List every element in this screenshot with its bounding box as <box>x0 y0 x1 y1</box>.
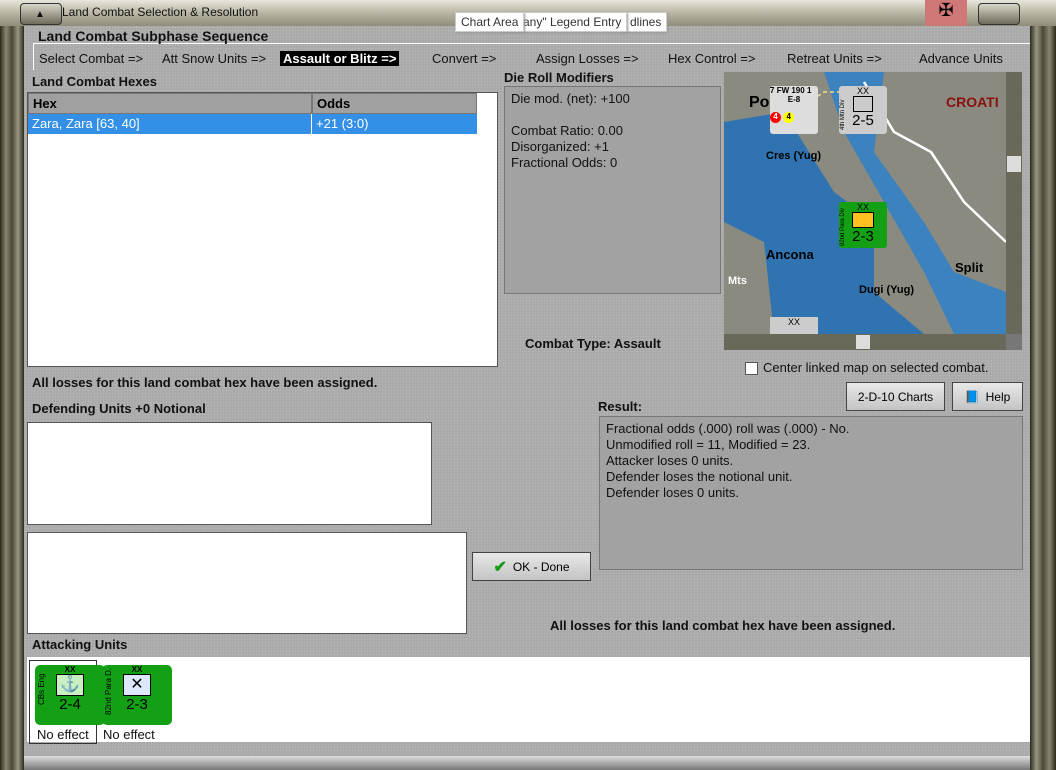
map-label-po: Po <box>749 94 770 111</box>
mod-line: Fractional Odds: 0 <box>511 155 618 170</box>
table-row[interactable]: Zara, Zara [63, 40] +21 (3:0) <box>28 114 477 134</box>
mod-line: Die mod. (net): +100 <box>511 91 630 106</box>
result-line: Defender loses 0 units. <box>606 485 739 500</box>
result-line: Defender loses the notional unit. <box>606 469 793 484</box>
mod-line: Disorganized: +1 <box>511 139 609 154</box>
collapse-button[interactable]: ▲ <box>20 3 62 25</box>
defending-title: Defending Units +0 Notional <box>32 401 206 416</box>
defending-units-list[interactable] <box>27 422 432 525</box>
attacking-title: Attacking Units <box>32 637 128 652</box>
triangle-up-icon: ▲ <box>35 9 45 20</box>
defending-detail-list[interactable] <box>27 532 467 634</box>
map-hscrollbar[interactable] <box>724 334 1006 350</box>
unit-symbol-icon <box>853 96 873 112</box>
step-hex-control: Hex Control => <box>668 51 756 66</box>
vscroll-thumb[interactable] <box>1007 156 1021 172</box>
cell-odds: +21 (3:0) <box>312 114 477 134</box>
engineer-anchor-icon: ⚓ <box>56 674 84 696</box>
center-map-label: Center linked map on selected combat. <box>763 360 989 375</box>
unit-name: 82nd Para D. <box>104 667 113 715</box>
size-xx: XX <box>856 202 869 212</box>
tooltip-chart-area: Chart Area <box>455 12 525 32</box>
map-label-dugi: Dugi (Yug) <box>859 284 914 296</box>
checkmark-icon: ✔ <box>493 558 507 576</box>
result-line: Unmodified roll = 11, Modified = 23. <box>606 437 811 452</box>
combat-fire-icon <box>852 212 874 228</box>
air-top: 7 <box>770 86 775 95</box>
map-vscrollbar[interactable] <box>1006 72 1022 334</box>
losses-message: All losses for this land combat hex have… <box>32 375 378 390</box>
linked-map[interactable]: Po CROATI Cres (Yug) Ancona Split Dugi (… <box>724 72 1022 350</box>
step-advance: Advance Units <box>919 51 1003 66</box>
right-frame <box>1030 26 1056 770</box>
map-unit-name: 82nd Para Div <box>840 207 846 246</box>
help-button[interactable]: 📘 Help <box>952 382 1023 411</box>
attacking-unit-counter[interactable]: CBs Eng XX ⚓ 2-4 <box>35 665 105 725</box>
parachute-infantry-icon: ✕ <box>123 674 151 696</box>
map-counter-fw190[interactable]: 7 FW 190 1 E-8 4 4 <box>770 86 818 134</box>
result-line: Attacker loses 0 units. <box>606 453 734 468</box>
modifiers-title: Die Roll Modifiers <box>504 70 614 85</box>
charts-label: 2-D-10 Charts <box>857 389 934 404</box>
help-label: Help <box>985 389 1011 404</box>
ok-label: OK - Done <box>512 559 570 574</box>
result-line: Fractional odds (.000) roll was (.000) -… <box>606 421 850 436</box>
cell-hex: Zara, Zara [63, 40] <box>28 114 312 134</box>
result-box: Fractional odds (.000) roll was (.000) -… <box>599 416 1023 570</box>
col-hex[interactable]: Hex <box>28 93 312 114</box>
step-convert: Convert => <box>432 51 497 66</box>
map-label-split: Split <box>955 260 984 275</box>
losses-message-2: All losses for this land combat hex have… <box>550 618 896 633</box>
map-label-croatia: CROATI <box>946 94 999 110</box>
step-select-combat: Select Combat => <box>39 51 144 66</box>
book-icon: 📘 <box>964 389 980 404</box>
air-right: 1 <box>806 86 812 95</box>
result-title: Result: <box>598 399 643 414</box>
attacking-units-list: CBs Eng XX ⚓ 2-4 No effect 82nd Para D. … <box>27 657 1030 744</box>
unit-status: No effect <box>37 727 89 742</box>
center-map-checkbox[interactable] <box>745 362 758 375</box>
air-red: 4 <box>770 112 781 123</box>
attacking-unit-counter[interactable]: 82nd Para D. XX ✕ 2-3 <box>102 665 172 725</box>
map-label-mts: Mts <box>728 275 747 287</box>
unit-name: CBs Eng <box>37 673 46 705</box>
air-yellow: 4 <box>783 112 795 123</box>
step-assault-blitz: Assault or Blitz => <box>280 51 400 66</box>
air-sub: E-8 <box>787 95 801 104</box>
modifiers-box: Die mod. (net): +100 Combat Ratio: 0.00 … <box>504 86 721 294</box>
unit-status: No effect <box>103 727 155 742</box>
mod-line <box>511 107 714 123</box>
ok-done-button[interactable]: ✔ OK - Done <box>472 552 591 581</box>
step-assign-losses: Assign Losses => <box>536 51 639 66</box>
step-retreat: Retreat Units => <box>787 51 882 66</box>
subphase-title: Land Combat Subphase Sequence <box>38 28 269 44</box>
counter-strength: 2-3 <box>852 228 874 245</box>
air-name: FW 190 <box>776 86 805 95</box>
hscroll-thumb[interactable] <box>856 335 870 349</box>
map-counter-mtn[interactable]: 4th Mtn Div XX 2-5 <box>839 86 887 134</box>
counter-strength: 2-5 <box>852 112 874 129</box>
step-att-snow: Att Snow Units => <box>162 51 267 66</box>
window-title: Land Combat Selection & Resolution <box>62 5 259 19</box>
map-label-cres: Cres (Yug) <box>766 150 822 162</box>
map-label-ancona: Ancona <box>766 247 814 262</box>
map-unit-name: 4th Mtn Div <box>840 99 846 130</box>
size-xx: XX <box>856 86 869 96</box>
charts-button[interactable]: 2-D-10 Charts <box>846 382 945 411</box>
col-odds[interactable]: Odds <box>312 93 477 114</box>
mod-line: Combat Ratio: 0.00 <box>511 123 624 138</box>
bottom-frame <box>24 756 1030 770</box>
window-close-button[interactable] <box>978 3 1020 25</box>
flag-icon: ✠ <box>925 0 967 26</box>
map-counter-para[interactable]: 82nd Para Div XX 2-3 <box>839 202 887 248</box>
left-frame <box>0 26 24 770</box>
hexes-title: Land Combat Hexes <box>32 74 157 89</box>
combat-type: Combat Type: Assault <box>525 336 661 351</box>
hexes-table: Hex Odds Zara, Zara [63, 40] +21 (3:0) <box>27 92 498 367</box>
